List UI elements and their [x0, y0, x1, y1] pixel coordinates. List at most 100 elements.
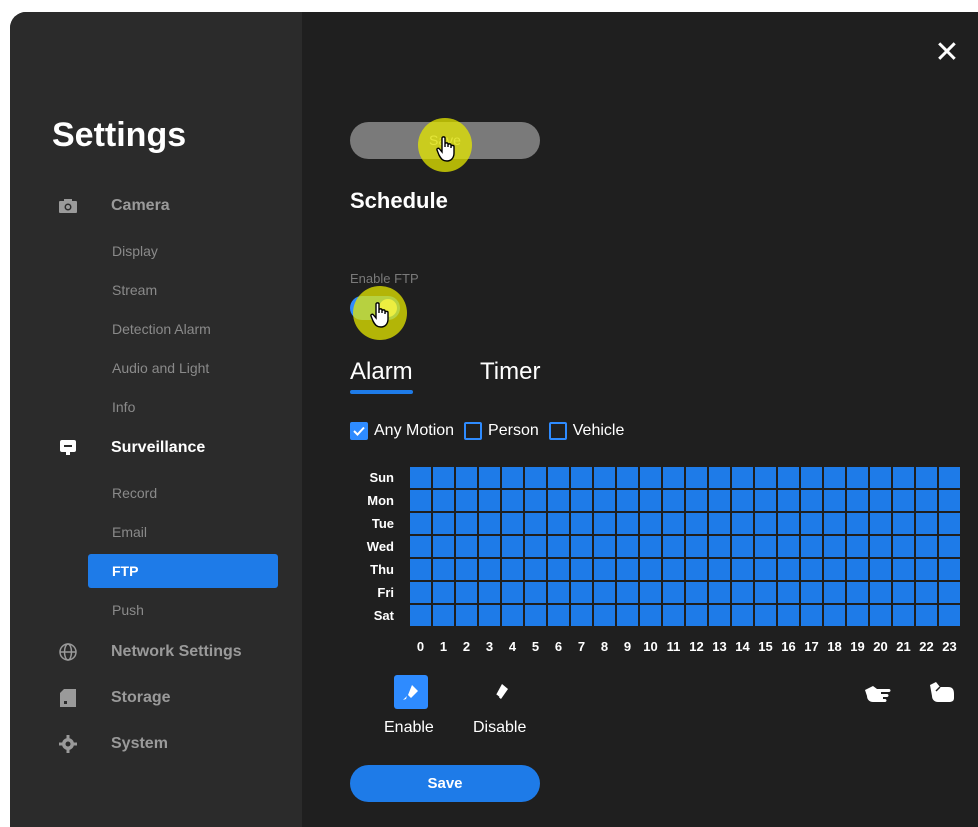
schedule-cell[interactable]	[893, 582, 914, 603]
schedule-cell[interactable]	[410, 490, 431, 511]
select-all-button[interactable]	[861, 675, 895, 709]
schedule-cell[interactable]	[456, 582, 477, 603]
schedule-cell[interactable]	[732, 467, 753, 488]
schedule-cell[interactable]	[502, 467, 523, 488]
schedule-cell[interactable]	[479, 605, 500, 626]
schedule-cell[interactable]	[801, 513, 822, 534]
schedule-cell[interactable]	[709, 490, 730, 511]
schedule-cell[interactable]	[571, 513, 592, 534]
schedule-cell[interactable]	[778, 605, 799, 626]
schedule-cell[interactable]	[456, 513, 477, 534]
sidebar-item-audio-and-light[interactable]: Audio and Light	[112, 358, 209, 378]
schedule-cell[interactable]	[663, 467, 684, 488]
schedule-cell[interactable]	[617, 467, 638, 488]
schedule-cell[interactable]	[479, 467, 500, 488]
schedule-cell[interactable]	[502, 536, 523, 557]
schedule-cell[interactable]	[709, 559, 730, 580]
sidebar-group-system[interactable]: System	[58, 730, 168, 758]
schedule-cell[interactable]	[709, 513, 730, 534]
schedule-cell[interactable]	[571, 559, 592, 580]
schedule-cell[interactable]	[755, 467, 776, 488]
schedule-cell[interactable]	[939, 467, 960, 488]
schedule-cell[interactable]	[433, 605, 454, 626]
schedule-cell[interactable]	[686, 536, 707, 557]
schedule-cell[interactable]	[801, 559, 822, 580]
close-icon[interactable]: ✕	[934, 38, 960, 68]
schedule-cell[interactable]	[893, 536, 914, 557]
schedule-cell[interactable]	[433, 536, 454, 557]
schedule-cell[interactable]	[525, 605, 546, 626]
schedule-cell[interactable]	[801, 490, 822, 511]
schedule-cell[interactable]	[663, 513, 684, 534]
schedule-cell[interactable]	[824, 467, 845, 488]
schedule-cell[interactable]	[456, 467, 477, 488]
schedule-cell[interactable]	[686, 582, 707, 603]
schedule-cell[interactable]	[847, 536, 868, 557]
any-motion-checkbox[interactable]: Any Motion	[350, 422, 454, 440]
sidebar-item-push[interactable]: Push	[112, 600, 144, 620]
schedule-cell[interactable]	[824, 559, 845, 580]
schedule-cell[interactable]	[479, 490, 500, 511]
schedule-cell[interactable]	[640, 490, 661, 511]
schedule-cell[interactable]	[916, 490, 937, 511]
schedule-cell[interactable]	[893, 559, 914, 580]
schedule-cell[interactable]	[847, 559, 868, 580]
schedule-grid[interactable]	[410, 467, 960, 626]
schedule-cell[interactable]	[617, 536, 638, 557]
schedule-cell[interactable]	[525, 536, 546, 557]
schedule-cell[interactable]	[663, 605, 684, 626]
schedule-cell[interactable]	[548, 490, 569, 511]
schedule-cell[interactable]	[594, 559, 615, 580]
schedule-cell[interactable]	[732, 582, 753, 603]
schedule-cell[interactable]	[847, 513, 868, 534]
schedule-cell[interactable]	[502, 582, 523, 603]
schedule-cell[interactable]	[870, 513, 891, 534]
schedule-cell[interactable]	[594, 467, 615, 488]
schedule-cell[interactable]	[893, 490, 914, 511]
schedule-cell[interactable]	[847, 605, 868, 626]
schedule-cell[interactable]	[594, 490, 615, 511]
sidebar-group-surveillance[interactable]: Surveillance	[58, 434, 205, 462]
schedule-cell[interactable]	[640, 467, 661, 488]
schedule-cell[interactable]	[824, 490, 845, 511]
schedule-cell[interactable]	[456, 559, 477, 580]
schedule-cell[interactable]	[824, 536, 845, 557]
schedule-cell[interactable]	[778, 513, 799, 534]
schedule-cell[interactable]	[479, 536, 500, 557]
schedule-cell[interactable]	[732, 536, 753, 557]
schedule-cell[interactable]	[433, 582, 454, 603]
schedule-cell[interactable]	[709, 582, 730, 603]
schedule-cell[interactable]	[410, 513, 431, 534]
schedule-cell[interactable]	[548, 582, 569, 603]
schedule-cell[interactable]	[640, 605, 661, 626]
tab-timer[interactable]: Timer	[480, 358, 540, 386]
schedule-cell[interactable]	[456, 536, 477, 557]
enable-brush-button[interactable]	[394, 675, 428, 709]
schedule-cell[interactable]	[617, 559, 638, 580]
schedule-cell[interactable]	[939, 536, 960, 557]
schedule-cell[interactable]	[916, 559, 937, 580]
schedule-cell[interactable]	[916, 605, 937, 626]
schedule-cell[interactable]	[502, 605, 523, 626]
schedule-cell[interactable]	[548, 467, 569, 488]
schedule-cell[interactable]	[433, 513, 454, 534]
schedule-cell[interactable]	[663, 582, 684, 603]
schedule-cell[interactable]	[640, 559, 661, 580]
schedule-cell[interactable]	[709, 536, 730, 557]
schedule-cell[interactable]	[594, 582, 615, 603]
schedule-cell[interactable]	[456, 490, 477, 511]
schedule-cell[interactable]	[433, 490, 454, 511]
schedule-cell[interactable]	[571, 582, 592, 603]
schedule-cell[interactable]	[939, 490, 960, 511]
schedule-cell[interactable]	[594, 536, 615, 557]
sidebar-item-record[interactable]: Record	[112, 483, 157, 503]
schedule-cell[interactable]	[732, 490, 753, 511]
schedule-cell[interactable]	[571, 536, 592, 557]
schedule-cell[interactable]	[755, 513, 776, 534]
schedule-cell[interactable]	[732, 605, 753, 626]
schedule-cell[interactable]	[801, 467, 822, 488]
schedule-cell[interactable]	[525, 467, 546, 488]
sidebar-item-info[interactable]: Info	[112, 397, 135, 417]
schedule-cell[interactable]	[548, 559, 569, 580]
sidebar-item-stream[interactable]: Stream	[112, 280, 157, 300]
